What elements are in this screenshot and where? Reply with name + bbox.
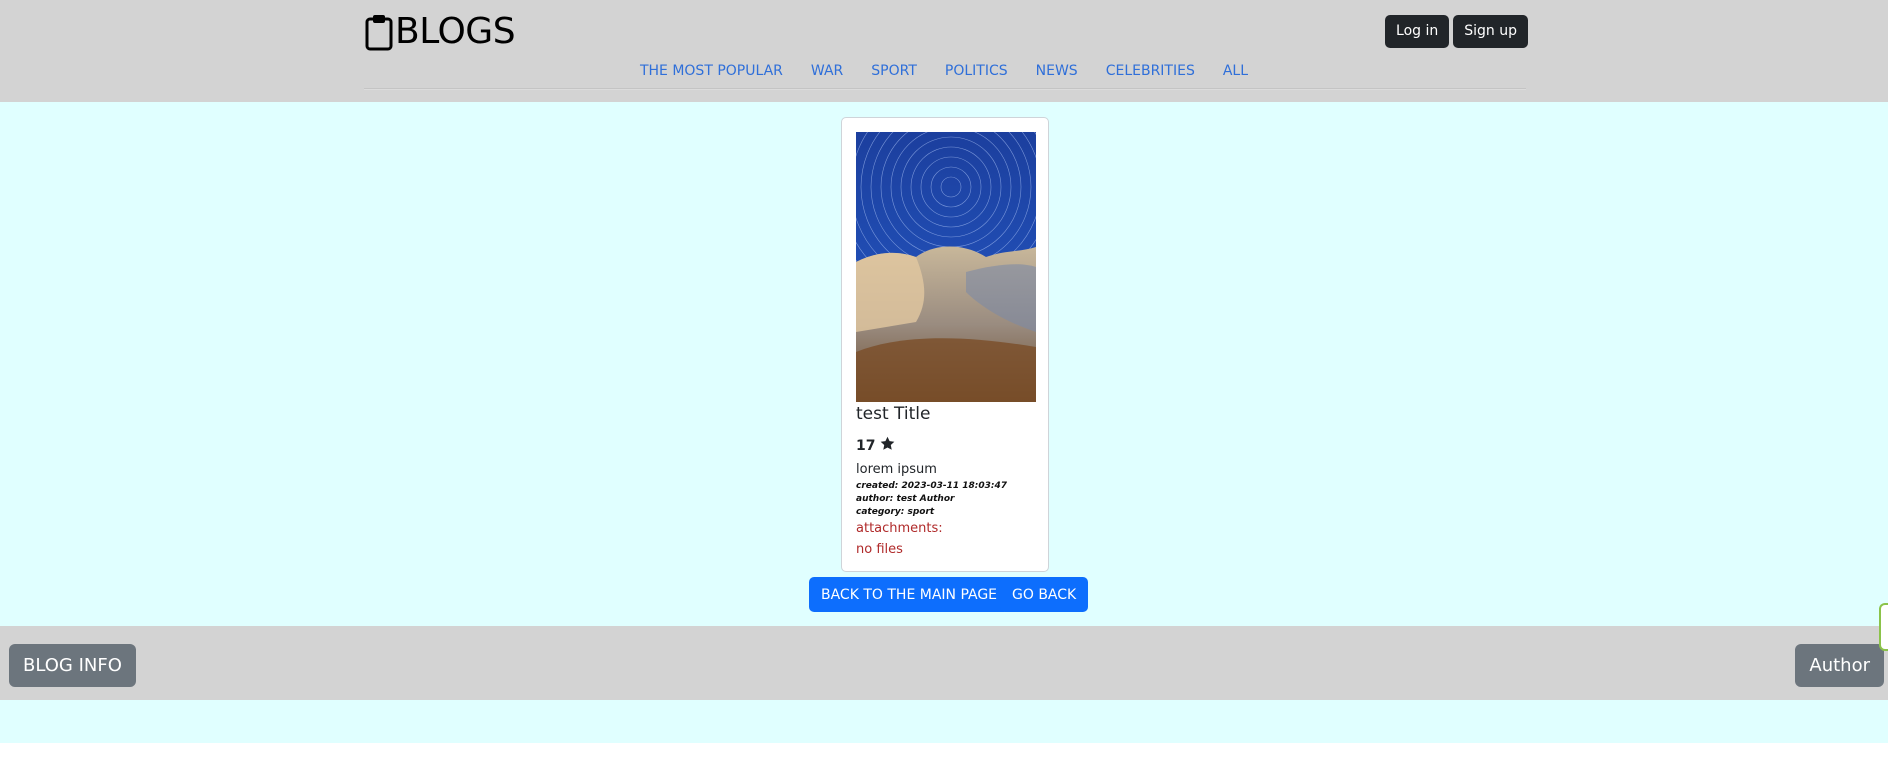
blog-category: category: sport <box>856 507 935 517</box>
nav-all[interactable]: ALL <box>1209 61 1262 81</box>
blog-image <box>856 132 1036 402</box>
back-to-main-button[interactable]: BACK TO THE MAIN PAGE <box>809 577 1010 612</box>
login-button[interactable]: Log in <box>1385 15 1450 48</box>
nav-war[interactable]: WAR <box>797 61 857 81</box>
nav-sport[interactable]: SPORT <box>857 61 931 81</box>
signup-button[interactable]: Sign up <box>1453 15 1528 48</box>
blog-title: test Title <box>856 404 931 424</box>
star-icon[interactable] <box>875 436 895 455</box>
blog-author: author: test Author <box>856 494 955 504</box>
nav-most-popular[interactable]: THE MOST POPULAR <box>626 61 797 81</box>
page-bottom-area <box>0 700 1888 743</box>
site-footer: BLOG INFO Author <box>0 626 1888 700</box>
site-header: BLOGS Log in Sign up THE MOST POPULAR WA… <box>0 0 1888 102</box>
nav-news[interactable]: NEWS <box>1022 61 1092 81</box>
blog-info-button[interactable]: BLOG INFO <box>9 644 136 687</box>
blog-description: lorem ipsum <box>856 462 937 477</box>
logo-text: BLOGS <box>395 11 516 52</box>
site-logo[interactable]: BLOGS <box>364 11 516 52</box>
blog-created: created: 2023-03-11 18:03:47 <box>856 481 1008 491</box>
go-back-button[interactable]: GO BACK <box>1000 577 1089 612</box>
nav-divider <box>364 88 1526 90</box>
attachments-value: no files <box>856 542 903 557</box>
clipboard-icon <box>364 13 394 51</box>
blog-rating: 17 <box>856 436 895 455</box>
side-widget-tab[interactable] <box>1879 603 1888 651</box>
auth-buttons: Log in Sign up <box>1385 15 1528 48</box>
nav-celebrities[interactable]: CELEBRITIES <box>1092 61 1209 81</box>
nav-politics[interactable]: POLITICS <box>931 61 1022 81</box>
attachments-label: attachments: <box>856 521 943 536</box>
main-content: test Title 17 lorem ipsum created: 2023-… <box>0 102 1888 626</box>
rating-value: 17 <box>856 437 876 454</box>
blog-card: test Title 17 lorem ipsum created: 2023-… <box>841 117 1049 572</box>
category-nav: THE MOST POPULAR WAR SPORT POLITICS NEWS… <box>0 61 1888 81</box>
author-button[interactable]: Author <box>1795 644 1884 687</box>
